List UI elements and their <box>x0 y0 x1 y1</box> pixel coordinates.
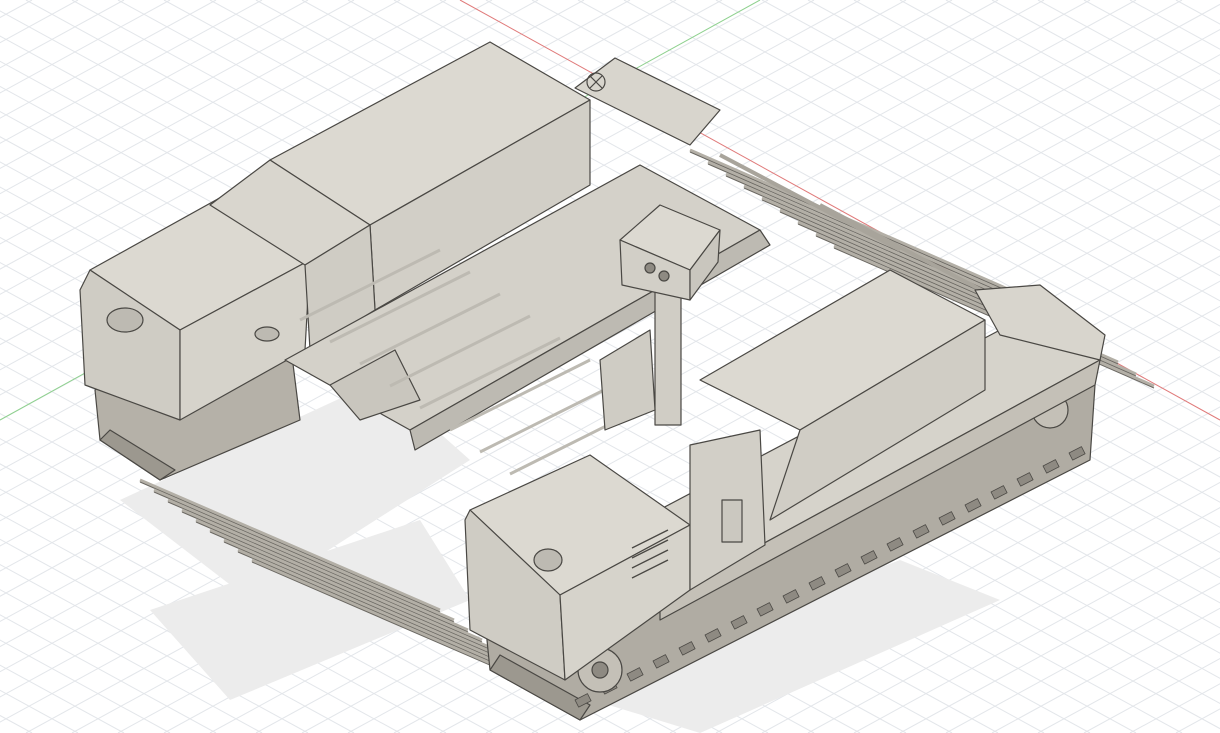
cad-viewport[interactable] <box>0 0 1220 733</box>
grid-line <box>0 689 79 733</box>
grid-line <box>1129 683 1220 733</box>
grid-line <box>1175 0 1220 25</box>
grid-line <box>1175 708 1220 733</box>
grid-line <box>0 0 79 44</box>
rear-deck <box>574 57 721 146</box>
grid-line <box>1129 0 1220 50</box>
viewport-canvas[interactable] <box>0 0 1220 733</box>
